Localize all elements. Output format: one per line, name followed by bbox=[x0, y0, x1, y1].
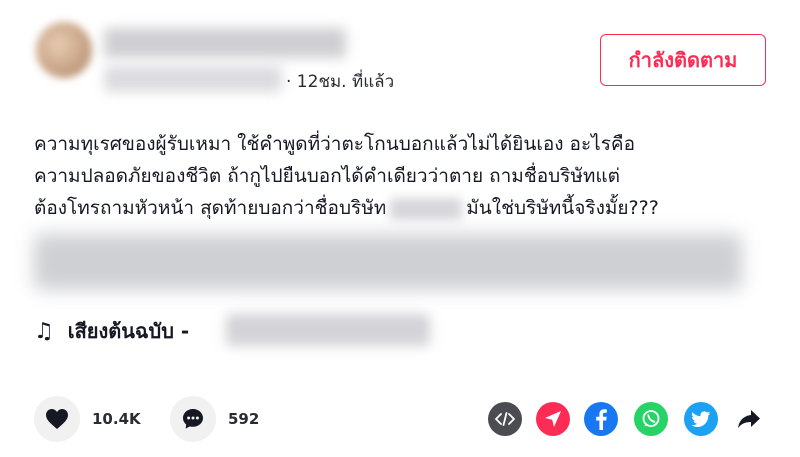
comment-count: 592 bbox=[228, 410, 260, 428]
following-button[interactable]: กำลังติดตาม bbox=[600, 34, 766, 86]
comment-icon[interactable] bbox=[170, 396, 216, 442]
caption-redacted-lines bbox=[34, 234, 742, 290]
avatar[interactable] bbox=[36, 22, 92, 78]
caption-line-3: ต้องโทรถามหัวหน้า สุดท้ายบอกว่าชื่อบริษั… bbox=[34, 192, 774, 224]
like-count: 10.4K bbox=[92, 410, 141, 428]
heart-icon[interactable] bbox=[34, 396, 80, 442]
company-name-redacted bbox=[390, 197, 463, 220]
like-action[interactable]: 10.4K bbox=[34, 396, 141, 442]
share-arrow-icon[interactable] bbox=[732, 402, 766, 436]
music-label: เสียงต้นฉบับ - bbox=[67, 319, 190, 343]
music-title-redacted[interactable] bbox=[226, 314, 430, 346]
caption-line-3-end: มันใช่บริษัทนี้จริงมั้ย??? bbox=[466, 197, 659, 219]
username-redacted[interactable] bbox=[104, 28, 346, 58]
post-time: · 12ชม. ที่แล้ว bbox=[286, 72, 395, 92]
caption-line-3-start: ต้องโทรถามหัวหน้า สุดท้ายบอกว่าชื่อบริษั… bbox=[34, 197, 387, 219]
comment-action[interactable]: 592 bbox=[170, 396, 259, 442]
nickname-redacted bbox=[104, 66, 282, 92]
embed-icon[interactable] bbox=[488, 402, 522, 436]
music-note-icon: ♫ bbox=[34, 318, 54, 344]
caption-line-1: ความทุเรศของผู้รับเหมา ใช้คำพูดที่ว่าตะโ… bbox=[34, 133, 636, 155]
facebook-icon[interactable] bbox=[584, 402, 618, 436]
caption-line-2: ความปลอดภัยของชีวิต ถ้ากูไปยืนบอกได้คำเด… bbox=[34, 165, 621, 187]
post-caption: ความทุเรศของผู้รับเหมา ใช้คำพูดที่ว่าตะโ… bbox=[34, 128, 774, 224]
twitter-icon[interactable] bbox=[684, 402, 718, 436]
music-row[interactable]: ♫ เสียงต้นฉบับ - bbox=[34, 316, 189, 346]
whatsapp-icon[interactable] bbox=[634, 402, 668, 436]
send-icon[interactable] bbox=[536, 402, 570, 436]
